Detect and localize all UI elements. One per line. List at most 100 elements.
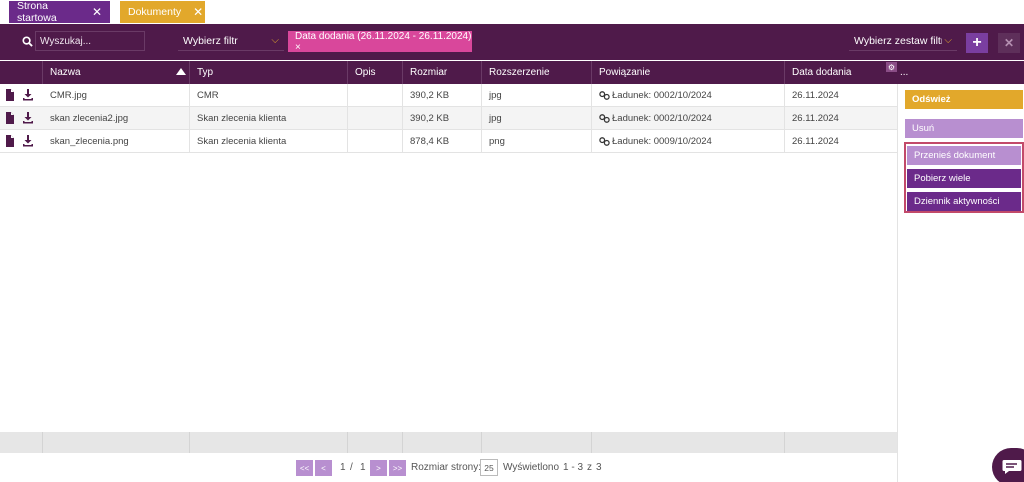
cell-data-dodania: 26.11.2024	[792, 136, 839, 147]
search-icon	[22, 36, 33, 47]
chevron-down-icon: ⌵	[271, 35, 279, 46]
link-icon	[599, 137, 610, 146]
link-label: Ładunek: 0002/10/2024	[612, 90, 712, 101]
link-icon	[599, 114, 610, 123]
gear-icon[interactable]: ⚙	[886, 62, 897, 72]
action-panel: Odśwież Usuń Przenieś dokument Pobierz w…	[897, 84, 1024, 482]
shown-total: 3	[596, 462, 602, 473]
cell-typ: CMR	[190, 84, 348, 107]
header-label: Data dodania	[792, 67, 852, 78]
download-icon[interactable]	[22, 135, 34, 147]
header-label: Powiązanie	[599, 67, 651, 78]
shown-range: 1 - 3	[563, 462, 584, 473]
activity-log-button[interactable]: Dziennik aktywności	[907, 192, 1021, 211]
cell-rozmiar: 390,2 KB	[403, 84, 482, 107]
header-label: Nazwa	[50, 67, 81, 78]
footer-cell	[482, 432, 592, 453]
header-rozszerzenie[interactable]: Rozszerzenie	[482, 61, 592, 84]
cell-opis	[348, 84, 403, 107]
chat-icon	[1002, 460, 1022, 474]
last-page-button[interactable]: >>	[389, 460, 406, 476]
header-extension	[897, 61, 1024, 84]
cell-typ: Skan zlecenia klienta	[190, 107, 348, 130]
table-row[interactable]: skan zlecenia2.jpg Skan zlecenia klienta…	[0, 107, 897, 130]
move-document-button[interactable]: Przenieś dokument	[907, 146, 1021, 165]
download-icon[interactable]	[22, 112, 34, 124]
cell-rozszerzenie: jpg	[482, 107, 592, 130]
next-page-button[interactable]: >	[370, 460, 387, 476]
header-typ[interactable]: Typ	[190, 61, 348, 84]
tab-label: Strona startowa	[17, 0, 57, 24]
grid-footer	[0, 432, 897, 453]
header-label: Rozszerzenie	[489, 67, 550, 78]
header-label: Typ	[197, 67, 214, 78]
cell-rozmiar: 390,2 KB	[403, 107, 482, 130]
header-label: Opis	[355, 67, 376, 78]
table-row[interactable]: skan_zlecenia.png Skan zlecenia klienta …	[0, 130, 897, 153]
page-size-input[interactable]: 25	[480, 459, 498, 476]
tab-strona-startowa[interactable]: Strona startowa ✕	[9, 0, 110, 24]
cell-rozmiar: 878,4 KB	[403, 130, 482, 153]
more-columns-button[interactable]: ...	[900, 67, 908, 78]
link-label: Ładunek: 0002/10/2024	[612, 113, 712, 124]
total-pages: 1	[360, 462, 366, 473]
file-icon[interactable]	[4, 89, 16, 101]
header-opis[interactable]: Opis	[348, 61, 403, 84]
tab-label: Dokumenty	[128, 6, 182, 18]
header-label: Rozmiar	[410, 67, 448, 78]
sort-ascending-icon[interactable]	[176, 68, 186, 75]
footer-cell	[592, 432, 785, 453]
close-icon[interactable]: ✕	[92, 6, 102, 18]
add-filterset-button[interactable]: +	[966, 33, 988, 53]
refresh-button[interactable]: Odśwież	[905, 90, 1023, 109]
table-row[interactable]: CMR.jpg CMR 390,2 KB jpg Ładunek: 0002/1…	[0, 84, 897, 107]
header-nazwa[interactable]: Nazwa	[43, 61, 190, 84]
delete-button[interactable]: Usuń	[905, 119, 1023, 138]
current-page: 1	[340, 462, 346, 473]
search-input[interactable]	[35, 31, 145, 51]
grid-header: Nazwa Typ Opis Rozmiar Rozszerzenie Powi…	[0, 61, 897, 84]
remove-filterset-button[interactable]: ✕	[998, 33, 1020, 53]
tab-dokumenty[interactable]: Dokumenty ✕	[120, 1, 205, 23]
download-icon[interactable]	[22, 89, 34, 101]
cell-rozszerzenie: png	[482, 130, 592, 153]
cell-powiazanie[interactable]: Ładunek: 0009/10/2024	[592, 130, 785, 153]
header-powiazanie[interactable]: Powiązanie	[592, 61, 785, 84]
filterset-select-label: Wybierz zestaw filtrów	[854, 34, 942, 47]
chevron-down-icon: ⌵	[944, 35, 952, 46]
footer-cell	[0, 432, 43, 453]
cell-powiazanie[interactable]: Ładunek: 0002/10/2024	[592, 84, 785, 107]
file-icon[interactable]	[4, 112, 16, 124]
cell-powiazanie[interactable]: Ładunek: 0002/10/2024	[592, 107, 785, 130]
first-page-button[interactable]: <<	[296, 460, 313, 476]
header-actions	[0, 61, 43, 84]
header-rozmiar[interactable]: Rozmiar	[403, 61, 482, 84]
chat-button[interactable]	[992, 448, 1024, 482]
toolbar: Wybierz filtr ⌵ Data dodania (26.11.2024…	[0, 24, 1024, 60]
page-size-label: Rozmiar strony:	[411, 462, 482, 473]
footer-cell	[43, 432, 190, 453]
filterset-select[interactable]: Wybierz zestaw filtrów ⌵	[849, 31, 957, 51]
cell-nazwa: skan_zlecenia.png	[43, 130, 190, 153]
link-label: Ładunek: 0009/10/2024	[612, 136, 712, 147]
file-icon[interactable]	[4, 135, 16, 147]
filter-select-label: Wybierz filtr	[183, 34, 238, 47]
tab-bar: Strona startowa ✕ Dokumenty ✕	[0, 0, 1024, 24]
prev-page-button[interactable]: <	[315, 460, 332, 476]
close-icon[interactable]: ✕	[193, 6, 203, 18]
download-many-button[interactable]: Pobierz wiele	[907, 169, 1021, 188]
pagination: << < 1 / 1 > >> Rozmiar strony: 25 Wyświ…	[0, 456, 897, 480]
cell-opis	[348, 130, 403, 153]
link-icon	[599, 91, 610, 100]
footer-cell	[190, 432, 348, 453]
footer-cell	[403, 432, 482, 453]
cell-nazwa: skan zlecenia2.jpg	[43, 107, 190, 130]
filter-select[interactable]: Wybierz filtr ⌵	[178, 31, 284, 51]
active-filter-chip[interactable]: Data dodania (26.11.2024 - 26.11.2024) ×	[288, 31, 472, 53]
cell-nazwa: CMR.jpg	[43, 84, 190, 107]
cell-opis	[348, 107, 403, 130]
header-data-dodania[interactable]: Data dodania	[785, 61, 885, 84]
cell-typ: Skan zlecenia klienta	[190, 130, 348, 153]
cell-data-dodania: 26.11.2024	[792, 90, 839, 101]
cell-data-dodania: 26.11.2024	[792, 113, 839, 124]
